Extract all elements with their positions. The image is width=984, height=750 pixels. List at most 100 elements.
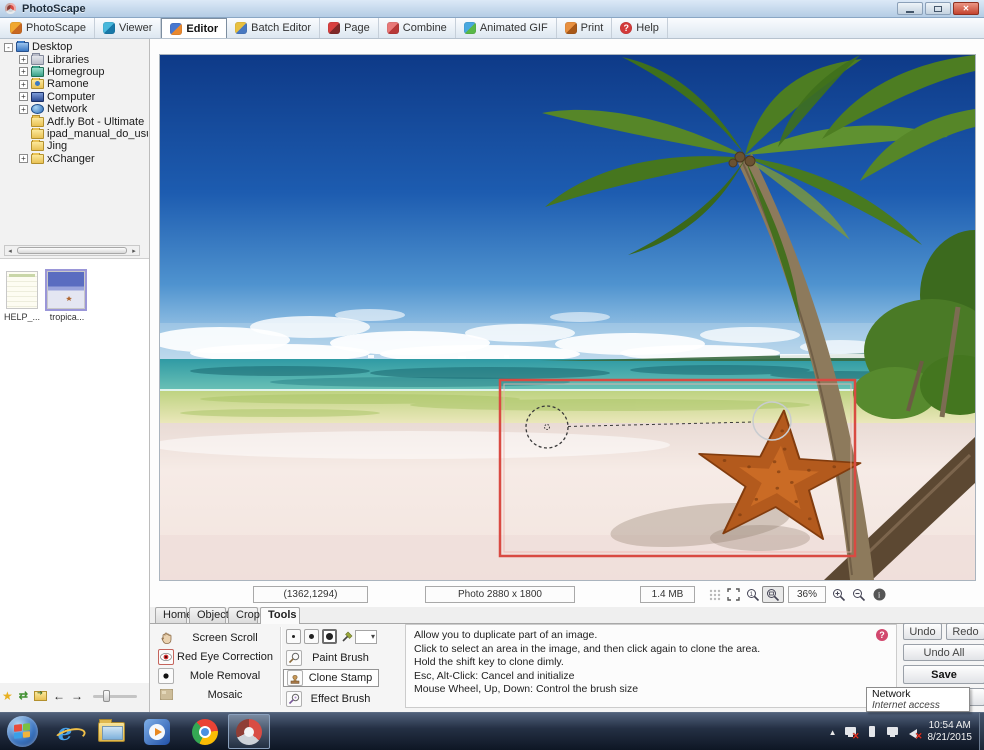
tool-tab-tools[interactable]: Tools — [260, 607, 300, 624]
main-tab-combine[interactable]: Combine — [379, 18, 456, 38]
folder-icon — [31, 141, 44, 151]
thumbnail-size-slider[interactable] — [93, 695, 137, 698]
battery-icon[interactable] — [865, 725, 879, 739]
tray-expand-icon[interactable]: ▲ — [829, 728, 837, 737]
clock[interactable]: 10:54 AM 8/21/2015 — [928, 720, 981, 744]
tool-label: Screen Scroll — [174, 632, 276, 644]
undo-button[interactable]: Undo — [903, 623, 942, 640]
chrome-icon[interactable] — [188, 717, 222, 747]
main-tab-page[interactable]: Page — [320, 18, 379, 38]
taskbar: e ▲ ✕ ✕ 10:54 AM 8/21/2015 — [0, 712, 984, 750]
fullscreen-icon[interactable] — [724, 586, 742, 603]
tool-screen-scroll[interactable]: Screen Scroll — [158, 629, 276, 646]
folder-up-icon[interactable] — [34, 691, 47, 701]
main-tab-editor[interactable]: Editor — [161, 18, 227, 38]
tree-item-jing[interactable]: Jing — [0, 140, 148, 152]
expand-icon[interactable]: + — [19, 80, 28, 89]
expand-icon[interactable]: + — [19, 105, 28, 114]
help-question-icon[interactable]: ? — [876, 629, 888, 641]
expand-icon[interactable]: + — [19, 154, 28, 163]
help-line: Esc, Alt-Click: Cancel and initialize — [414, 670, 888, 684]
expand-icon[interactable]: + — [19, 92, 28, 101]
zoom-level[interactable]: 36% — [788, 586, 826, 603]
scrollbar-thumb[interactable] — [17, 247, 127, 254]
zoom-out-icon[interactable] — [850, 586, 868, 603]
start-button[interactable] — [7, 716, 38, 747]
tool-paint-brush[interactable]: Paint Brush — [283, 649, 379, 667]
zoom-in-icon[interactable] — [830, 586, 848, 603]
tool-label: Effect Brush — [302, 693, 379, 705]
tree-item-ramone[interactable]: +Ramone — [0, 78, 148, 90]
favorites-icon[interactable]: ★ — [2, 690, 13, 702]
media-player-icon[interactable] — [140, 717, 174, 747]
help-icon: ? — [620, 22, 632, 34]
tool-tab-object[interactable]: Object — [189, 607, 226, 623]
collapse-icon[interactable]: - — [4, 43, 13, 52]
forward-arrow-icon[interactable]: → — [71, 689, 83, 703]
back-arrow-icon[interactable]: ← — [53, 689, 65, 703]
redo-button[interactable]: Redo — [946, 623, 984, 640]
tree-item-network[interactable]: +Network — [0, 103, 148, 115]
tree-item-homegroup[interactable]: +Homegroup — [0, 66, 148, 78]
folder-icon — [31, 154, 44, 164]
main-tab-photoscape[interactable]: PhotoScape — [2, 18, 95, 38]
main-tab-help[interactable]: ?Help — [612, 18, 668, 38]
scroll-left-icon[interactable]: ◂ — [5, 247, 15, 255]
tool-tab-crop[interactable]: Crop — [228, 607, 258, 623]
tree-item-xchanger[interactable]: +xChanger — [0, 153, 148, 165]
tree-item-libraries[interactable]: +Libraries — [0, 53, 148, 65]
tool-effect-brush[interactable]: Effect Brush — [283, 690, 379, 708]
beach-photo — [160, 55, 975, 580]
tool-clone-stamp[interactable]: Clone Stamp — [283, 669, 379, 687]
lan-icon[interactable] — [886, 725, 900, 739]
transparency-grid-icon[interactable] — [706, 586, 724, 603]
show-desktop-button[interactable] — [979, 713, 984, 750]
scroll-right-icon[interactable]: ▸ — [129, 247, 139, 255]
brush-size-small-button[interactable] — [286, 629, 301, 644]
zoom-actual-size-icon[interactable]: 1 — [744, 586, 762, 603]
close-button[interactable]: ✕ — [953, 2, 979, 15]
brush-size-medium-button[interactable] — [304, 629, 319, 644]
main-tab-animated-gif[interactable]: Animated GIF — [456, 18, 557, 38]
help-line: Allow you to duplicate part of an image. — [414, 629, 888, 643]
tree-item-adf-ly-bot-ultimate[interactable]: Adf.ly Bot - Ultimate [ — [0, 115, 148, 127]
volume-icon[interactable]: ✕ — [907, 725, 921, 739]
tree-item-desktop[interactable]: -Desktop — [0, 41, 148, 53]
photoscape-taskbar-button[interactable] — [228, 714, 270, 749]
tree-item-computer[interactable]: +Computer — [0, 91, 148, 103]
maximize-button[interactable] — [925, 2, 951, 15]
tool-mosaic[interactable]: Mosaic — [158, 686, 276, 703]
brush-option-dropdown[interactable] — [355, 630, 377, 644]
thumbnail-tropical-photo[interactable] — [47, 271, 85, 309]
viewer-icon — [103, 22, 115, 34]
zoom-fit-window-icon[interactable] — [762, 586, 784, 603]
tool-tab-home[interactable]: Home — [155, 607, 187, 623]
clone-stamp-icon — [287, 670, 303, 686]
photo-canvas[interactable] — [159, 54, 976, 581]
main-tab-print[interactable]: Print — [557, 18, 613, 38]
title-bar: PhotoScape ✕ — [0, 0, 984, 18]
undo-all-button[interactable]: Undo All — [903, 644, 984, 661]
tool-mole-removal[interactable]: Mole Removal — [158, 667, 276, 684]
tree-item-ipad-manual-do-usua[interactable]: ipad_manual_do_usua — [0, 128, 148, 140]
photo-canvas-background: (1362,1294) Photo 2880 x 1800 1.4 MB 1 3… — [150, 39, 984, 607]
internet-explorer-icon[interactable]: e — [48, 717, 82, 747]
windows-explorer-icon[interactable] — [94, 717, 128, 747]
eyedropper-icon[interactable] — [341, 629, 355, 646]
info-icon[interactable]: i — [870, 586, 888, 603]
expand-icon[interactable]: + — [19, 67, 28, 76]
clock-date: 8/21/2015 — [928, 732, 973, 744]
tool-red-eye-correction[interactable]: Red Eye Correction — [158, 648, 276, 665]
main-tab-batch-editor[interactable]: Batch Editor — [227, 18, 320, 38]
refresh-icon[interactable]: ⇄ — [19, 691, 28, 702]
tree-horizontal-scrollbar[interactable]: ◂ ▸ — [4, 245, 140, 256]
network-status-icon[interactable]: ✕ — [844, 725, 858, 739]
help-line: Hold the shift key to clone dimly. — [414, 656, 888, 670]
brush-size-large-button[interactable] — [322, 629, 337, 644]
tool-label: Paint Brush — [302, 652, 379, 664]
thumbnail-help-file[interactable] — [6, 271, 38, 309]
main-tab-viewer[interactable]: Viewer — [95, 18, 161, 38]
minimize-button[interactable] — [897, 2, 923, 15]
expand-icon[interactable]: + — [19, 55, 28, 64]
save-button[interactable]: Save — [903, 665, 984, 684]
